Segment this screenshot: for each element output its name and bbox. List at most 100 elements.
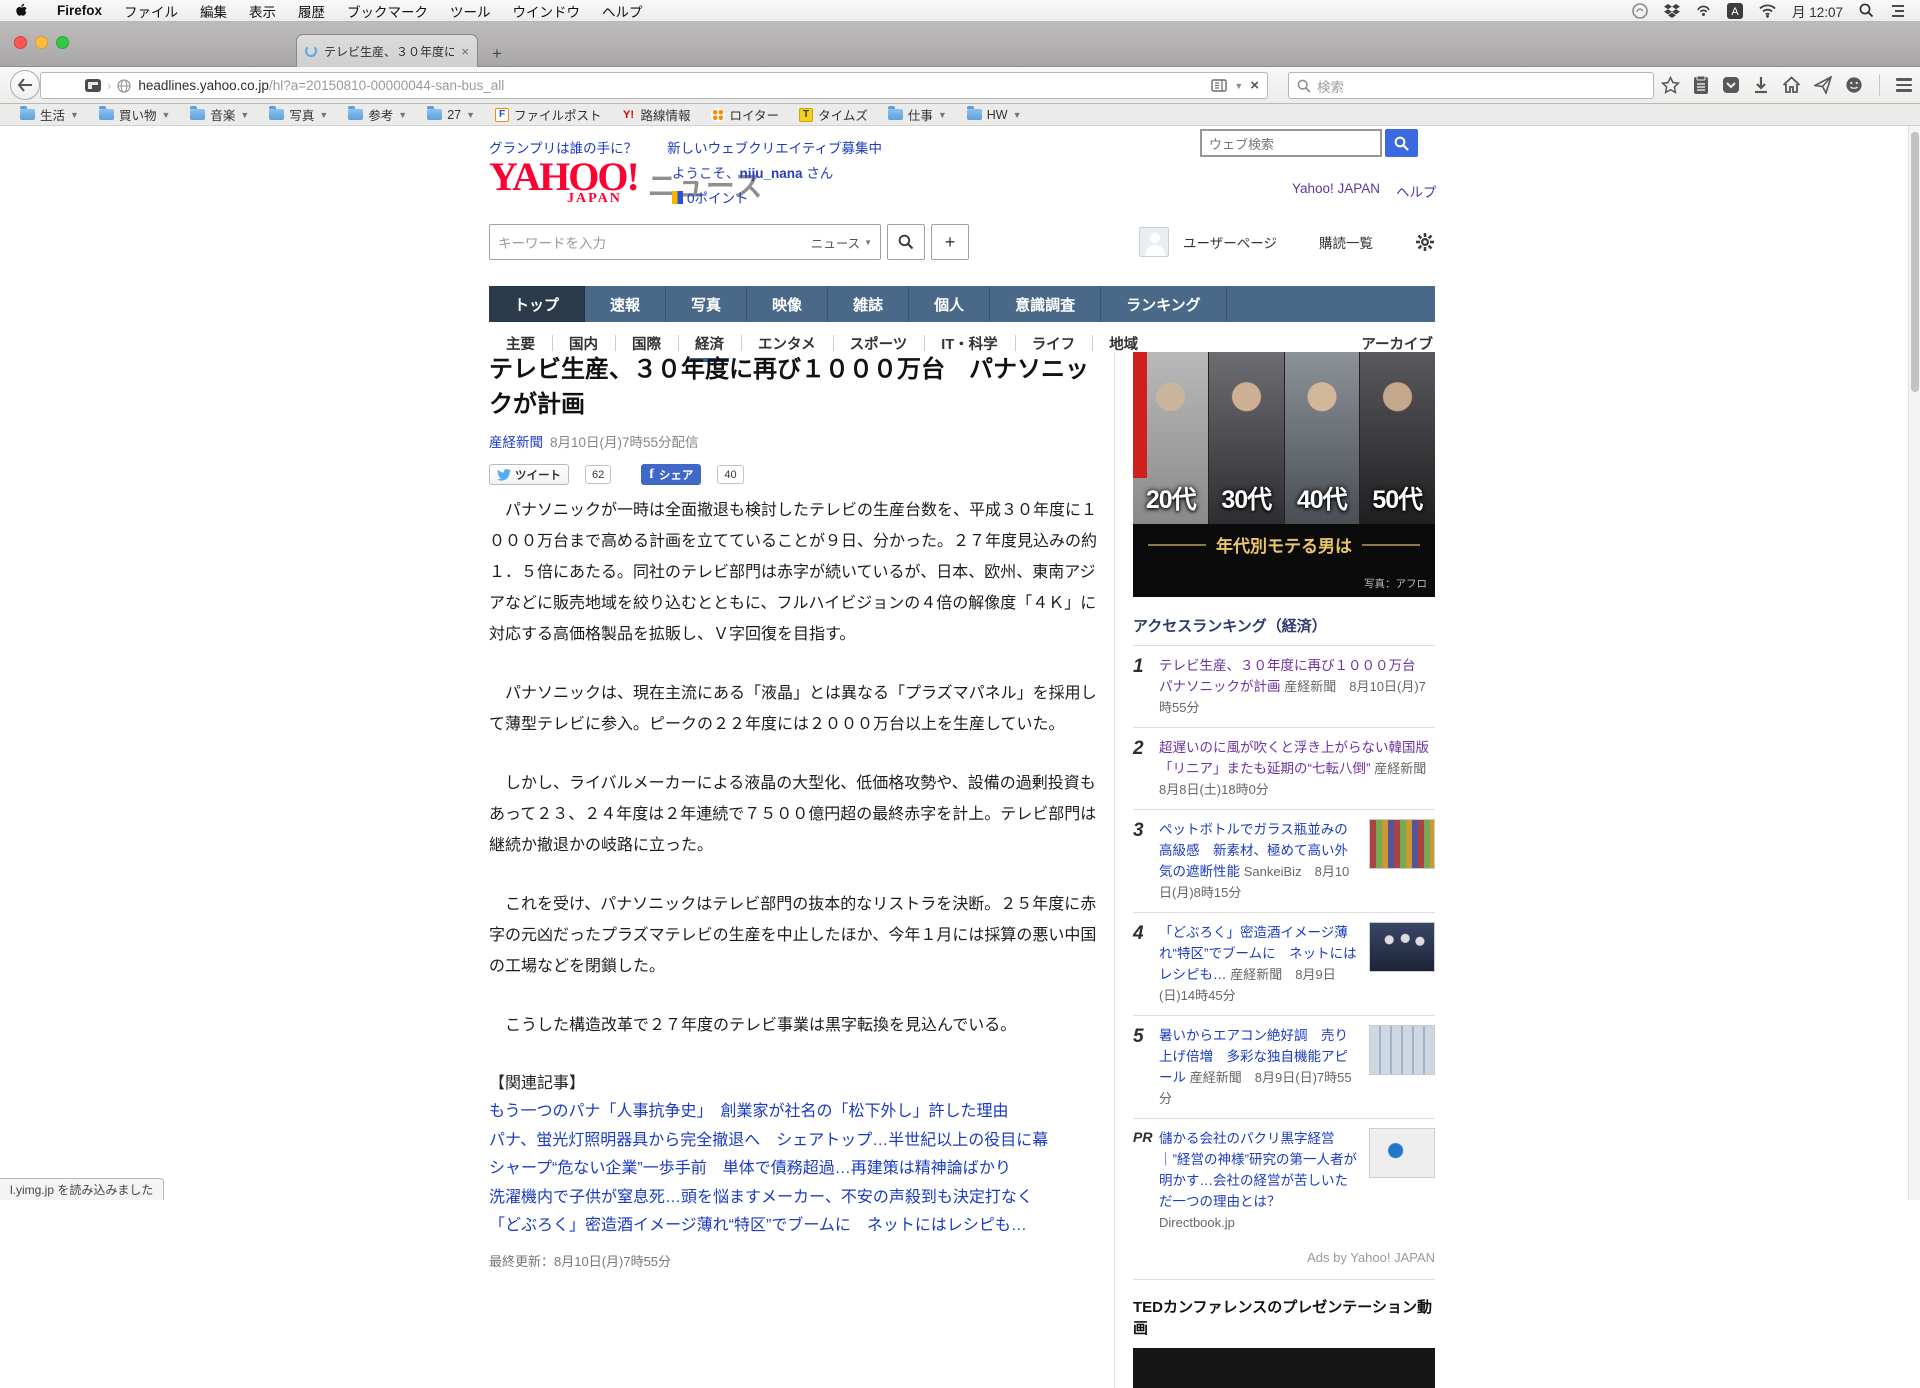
news-search-input[interactable]: キーワードを入力 ニュース▼	[489, 224, 881, 260]
bookmark-folder-photo[interactable]: 写真▼	[259, 105, 338, 124]
downloads-icon[interactable]	[1753, 76, 1769, 94]
ranking-thumbnail[interactable]	[1369, 922, 1435, 972]
bookmark-folder-27[interactable]: 27▼	[417, 108, 485, 122]
related-link[interactable]: 「どぶろく」密造酒イメージ薄れ“特区”でブームに ネットにはレシピも…	[489, 1212, 1097, 1241]
settings-gear-icon[interactable]	[1415, 232, 1435, 252]
folder-icon	[269, 109, 284, 120]
bookmark-star-icon[interactable]	[1661, 76, 1680, 95]
page-scrollbar[interactable]	[1908, 126, 1920, 1200]
scrollbar-thumb[interactable]	[1911, 132, 1919, 392]
facebook-share-button[interactable]: f シェア	[641, 464, 701, 485]
dropbox-icon[interactable]	[1664, 3, 1680, 18]
user-page-link[interactable]: ユーザーページ	[1183, 232, 1277, 252]
ranking-item-1: 1 テレビ生産、３０年度に再び１０００万台 パナソニックが計画 産経新聞 8月1…	[1133, 646, 1435, 728]
menubar-item-tools[interactable]: ツール	[439, 1, 502, 21]
bookmark-times[interactable]: Tタイムズ	[789, 105, 878, 124]
bookmark-folder-music[interactable]: 音楽▼	[180, 105, 259, 124]
ads-by-label: Ads by Yahoo! JAPAN	[1133, 1242, 1435, 1279]
username[interactable]: niju_nana	[740, 166, 803, 181]
related-link[interactable]: 洗濯機内で子供が窒息死…頭を悩ますメーカー、不安の声殺到も決定打なく	[489, 1184, 1097, 1213]
ad-banner[interactable]: 20代30代40代50代 年代別モテる男は 写真：アフロ	[1133, 352, 1435, 597]
menu-hamburger-icon[interactable]	[1896, 78, 1912, 92]
window-minimize-button[interactable]	[35, 36, 48, 49]
window-close-button[interactable]	[14, 36, 27, 49]
menubar-item-file[interactable]: ファイル	[113, 1, 189, 21]
promo-link-creative[interactable]: 新しいウェブクリエイティブ募集中	[667, 137, 882, 157]
nav-tab-magazine[interactable]: 雑誌	[828, 286, 909, 322]
browser-search-field[interactable]: 検索	[1288, 72, 1654, 99]
feedback-smiley-icon[interactable]	[1845, 76, 1863, 94]
yahoo-logo-text: YAHOO!	[489, 159, 638, 195]
ranking-thumbnail[interactable]	[1369, 819, 1435, 869]
nav-tab-poll[interactable]: 意識調査	[990, 286, 1101, 322]
bookmark-filepost[interactable]: Fファイルポスト	[485, 105, 612, 124]
menubar-item-firefox[interactable]: Firefox	[46, 3, 113, 18]
add-search-button[interactable]: +	[931, 224, 969, 260]
bookmark-folder-work[interactable]: 仕事▼	[878, 105, 957, 124]
menubar-item-view[interactable]: 表示	[238, 1, 287, 21]
web-search-button[interactable]	[1385, 129, 1418, 157]
menubar-item-help[interactable]: ヘルプ	[591, 1, 654, 21]
paragraph: しかし、ライバルメーカーによる液晶の大型化、低価格攻勢や、設備の過剰投資もあって…	[489, 768, 1097, 861]
nav-tab-personal[interactable]: 個人	[909, 286, 990, 322]
new-tab-button[interactable]: +	[492, 44, 502, 64]
points-link[interactable]: 0ポイント	[687, 187, 749, 207]
chevron-down-icon[interactable]: ▼	[1234, 81, 1243, 91]
window-zoom-button[interactable]	[56, 36, 69, 49]
subscriptions-link[interactable]: 購読一覧	[1319, 232, 1373, 252]
keyboard-brightness-icon[interactable]	[1696, 3, 1711, 18]
creative-cloud-icon[interactable]	[1632, 3, 1648, 19]
article-source-link[interactable]: 産経新聞	[489, 435, 543, 450]
pr-thumbnail[interactable]	[1369, 1128, 1435, 1178]
bookmark-transit[interactable]: Y!路線情報	[612, 105, 701, 124]
bookmark-folder-reference[interactable]: 参考▼	[338, 105, 417, 124]
web-search-input[interactable]: ウェブ検索	[1200, 129, 1382, 157]
spotlight-icon[interactable]	[1859, 3, 1874, 18]
bookmark-folder-hw[interactable]: HW▼	[957, 108, 1032, 122]
browser-tab[interactable]: テレビ生産、３０年度に再... ×	[296, 34, 478, 67]
pr-link[interactable]: 儲かる会社のパクリ黒字経営｜”経営の神様”研究の第一人者が明かす…会社の経営が苦…	[1159, 1131, 1357, 1209]
folder-icon	[427, 109, 442, 120]
nav-tab-video[interactable]: 映像	[747, 286, 828, 322]
yahoo-japan-link[interactable]: Yahoo! JAPAN	[1292, 181, 1380, 201]
menubar-item-window[interactable]: ウインドウ	[502, 1, 592, 21]
ted-video-player[interactable]	[1133, 1348, 1435, 1388]
nav-tab-top[interactable]: トップ	[489, 286, 585, 322]
tab-groups-icon[interactable]	[85, 79, 101, 92]
notification-center-icon[interactable]	[1890, 4, 1906, 18]
archive-link[interactable]: アーカイブ	[1361, 337, 1433, 353]
related-link[interactable]: もう一つのパナ「人事抗争史」 創業家が社名の「松下外し」許した理由	[489, 1098, 1097, 1127]
bookmark-folder-shopping[interactable]: 買い物▼	[89, 105, 180, 124]
wifi-icon[interactable]	[1759, 4, 1776, 18]
menubar-clock[interactable]: 月 12:07	[1792, 1, 1843, 21]
avatar[interactable]	[1139, 227, 1169, 257]
help-link[interactable]: ヘルプ	[1396, 181, 1437, 201]
nav-tab-ranking[interactable]: ランキング	[1101, 286, 1227, 322]
stop-loading-icon[interactable]: ×	[1250, 77, 1259, 94]
pocket-icon[interactable]	[1722, 76, 1740, 94]
news-search-button[interactable]	[887, 224, 925, 260]
share-icon[interactable]	[1814, 76, 1832, 94]
search-scope-dropdown[interactable]: ニュース▼	[811, 233, 872, 252]
ranking-thumbnail[interactable]	[1369, 1025, 1435, 1075]
url-bar[interactable]: › headlines.yahoo.co.jp/hl?a=20150810-00…	[40, 72, 1268, 99]
main-nav: トップ 速報 写真 映像 雑誌 個人 意識調査 ランキング	[489, 286, 1435, 322]
tab-close-icon[interactable]: ×	[461, 45, 469, 58]
nav-tab-photo[interactable]: 写真	[666, 286, 747, 322]
input-source-icon[interactable]: A	[1727, 3, 1743, 19]
related-link[interactable]: パナ、蛍光灯照明器具から完全撤退へ シェアトップ…半世紀以上の役目に幕	[489, 1127, 1097, 1156]
related-link[interactable]: シャープ“危ない企業”一歩手前 単体で債務超過…再建策は精神論ばかり	[489, 1155, 1097, 1184]
ranking-item-2: 2 超遅いのに風が吹くと浮き上がらない韓国版「リニア」またも延期の“七転八倒” …	[1133, 728, 1435, 810]
bookmark-folder-life[interactable]: 生活▼	[10, 105, 89, 124]
nav-tab-flash[interactable]: 速報	[585, 286, 666, 322]
bookmarks-menu-icon[interactable]	[1693, 76, 1709, 95]
menubar-item-history[interactable]: 履歴	[287, 1, 336, 21]
menubar-item-edit[interactable]: 編集	[189, 1, 238, 21]
bookmark-reuters[interactable]: ロイター	[701, 105, 790, 124]
apple-icon[interactable]	[14, 3, 28, 18]
reader-mode-icon[interactable]	[1211, 79, 1227, 92]
tweet-button[interactable]: ツイート	[489, 464, 569, 485]
home-icon[interactable]	[1782, 76, 1801, 94]
menubar-item-bookmarks[interactable]: ブックマーク	[336, 1, 439, 21]
back-button[interactable]	[10, 70, 40, 100]
